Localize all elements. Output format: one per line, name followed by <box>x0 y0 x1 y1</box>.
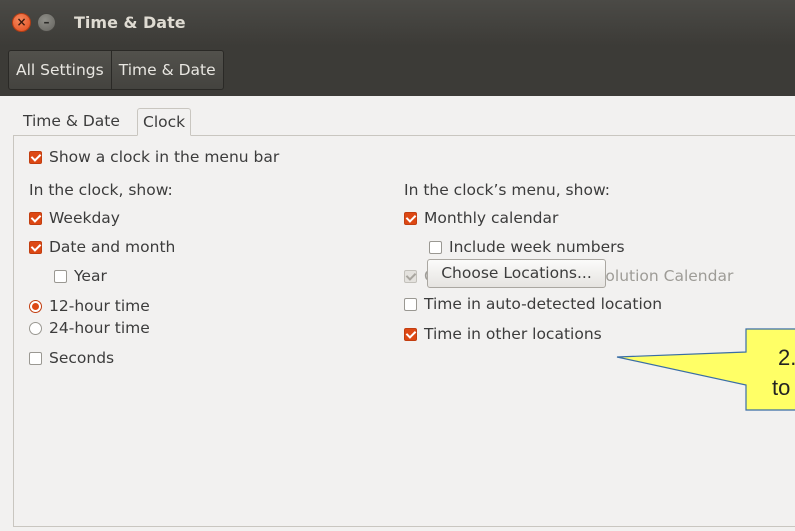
checkbox-checked-icon <box>29 211 42 225</box>
date-month-label: Date and month <box>49 238 176 256</box>
monthly-calendar-label: Monthly calendar <box>424 209 559 227</box>
radio-unselected-icon <box>29 321 42 335</box>
checkbox-checked-icon <box>404 327 417 341</box>
right-heading: In the clock’s menu, show: <box>404 181 610 199</box>
close-icon[interactable]: × <box>12 13 31 32</box>
checkbox-unchecked-icon <box>29 351 42 365</box>
checkbox-checked-icon <box>29 150 42 164</box>
seconds-label: Seconds <box>49 349 115 367</box>
checkbox-unchecked-icon <box>54 269 67 283</box>
checkbox-unchecked-icon <box>429 240 442 254</box>
left-heading: In the clock, show: <box>29 181 173 199</box>
other-locations-checkbox[interactable]: Time in other locations <box>404 325 602 343</box>
breadcrumb-all-settings[interactable]: All Settings <box>9 51 112 89</box>
settings-content: Time & Date Clock Show a clock in the me… <box>0 96 795 531</box>
checkbox-checked-icon <box>404 211 417 225</box>
twentyfour-hour-radio[interactable]: 24-hour time <box>29 319 150 337</box>
breadcrumb-time-date[interactable]: Time & Date <box>112 51 223 89</box>
auto-location-label: Time in auto-detected location <box>424 295 663 313</box>
minimize-icon[interactable]: – <box>37 13 56 32</box>
breadcrumb: All Settings Time & Date <box>8 50 224 90</box>
checkbox-checked-icon <box>29 240 42 254</box>
checkbox-unchecked-icon <box>404 297 417 311</box>
window-titlebar: × – Time & Date <box>0 0 795 46</box>
choose-locations-button[interactable]: Choose Locations... <box>427 259 606 288</box>
seconds-checkbox[interactable]: Seconds <box>29 349 114 367</box>
tab-clock[interactable]: Clock <box>137 108 192 136</box>
week-numbers-checkbox[interactable]: Include week numbers <box>429 238 625 256</box>
show-clock-label: Show a clock in the menu bar <box>49 148 280 166</box>
week-numbers-label: Include week numbers <box>449 238 625 256</box>
radio-selected-icon <box>29 299 42 313</box>
checkbox-disabled-icon <box>404 269 417 283</box>
twelve-hour-radio[interactable]: 12-hour time <box>29 297 150 315</box>
window-title: Time & Date <box>74 13 186 32</box>
callout-text-line2: to <box>772 375 791 400</box>
date-month-checkbox[interactable]: Date and month <box>29 238 175 256</box>
auto-location-checkbox[interactable]: Time in auto-detected location <box>404 295 662 313</box>
tab-time-date[interactable]: Time & Date <box>23 108 120 136</box>
twentyfour-hour-label: 24-hour time <box>49 319 150 337</box>
weekday-label: Weekday <box>49 209 120 227</box>
show-clock-checkbox[interactable]: Show a clock in the menu bar <box>29 148 279 166</box>
toolbar: All Settings Time & Date <box>0 46 795 96</box>
year-label: Year <box>74 267 107 285</box>
clock-panel: Show a clock in the menu bar In the cloc… <box>13 135 795 527</box>
callout-text-line1: 2. <box>778 345 795 370</box>
other-locations-label: Time in other locations <box>424 325 602 343</box>
weekday-checkbox[interactable]: Weekday <box>29 209 120 227</box>
year-checkbox[interactable]: Year <box>54 267 107 285</box>
twelve-hour-label: 12-hour time <box>49 297 150 315</box>
monthly-calendar-checkbox[interactable]: Monthly calendar <box>404 209 558 227</box>
